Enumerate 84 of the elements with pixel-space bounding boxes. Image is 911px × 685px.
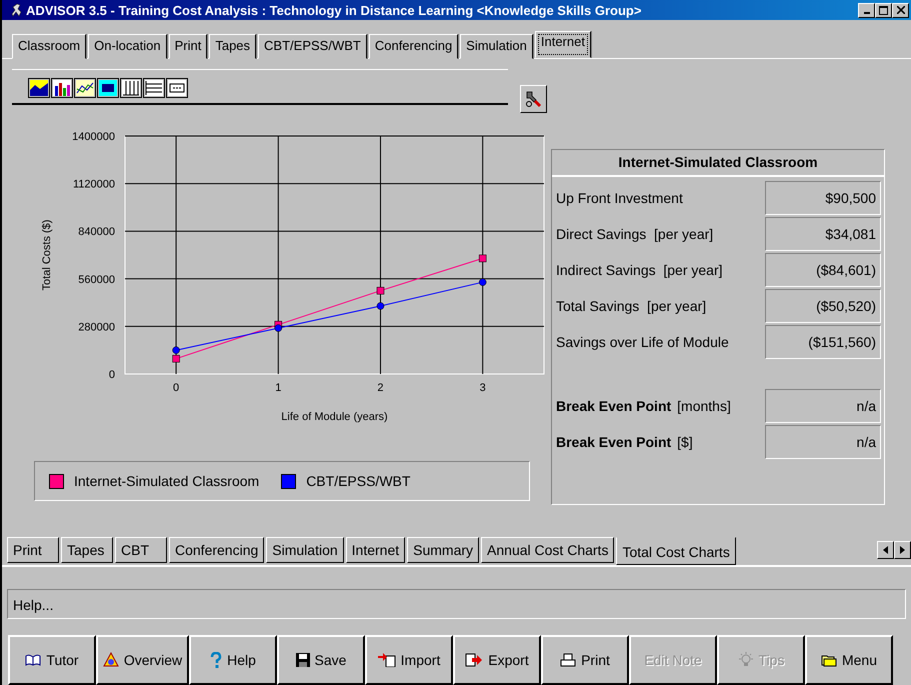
toolbar-button[interactable]: Tutor <box>8 635 96 685</box>
figure-icon <box>10 3 22 17</box>
minimize-button[interactable] <box>858 2 875 18</box>
horizontal-grid-icon[interactable] <box>143 78 165 98</box>
y-tick-label: 560000 <box>78 274 115 286</box>
unit-label: [months] <box>677 398 731 414</box>
question-icon <box>210 652 222 668</box>
3d-chart-icon[interactable] <box>97 78 119 98</box>
value-field: $34,081 <box>765 217 881 251</box>
tab[interactable]: Internet <box>534 31 591 58</box>
toolbar-button[interactable]: Save <box>277 635 365 685</box>
tab[interactable]: Tapes <box>209 34 256 59</box>
export-icon <box>465 653 484 667</box>
row-label: Total Savings [per year] <box>556 298 706 314</box>
area-chart-icon[interactable] <box>28 78 50 98</box>
tab[interactable]: Print <box>168 34 208 59</box>
bar-chart-icon[interactable] <box>51 78 73 98</box>
printer-icon <box>560 653 576 667</box>
y-tick-label: 1120000 <box>72 178 115 191</box>
toolbar-button[interactable]: Import <box>365 635 453 685</box>
help-bar: Help... <box>7 589 906 619</box>
lightbulb-icon <box>738 652 754 668</box>
row-label: Savings over Life of Module <box>556 334 729 350</box>
maximize-button[interactable] <box>875 2 892 18</box>
close-icon <box>896 6 904 14</box>
value-field: ($151,560) <box>765 325 881 359</box>
tab[interactable]: Internet <box>346 537 406 563</box>
x-tick-label: 0 <box>173 382 180 394</box>
tab[interactable]: Total Cost Charts <box>616 537 736 565</box>
scroll-right-button[interactable] <box>894 541 911 559</box>
y-tick-label: 1400000 <box>72 131 115 143</box>
row-label: Break Even Point <box>556 398 672 414</box>
toolbar-button[interactable]: Menu <box>805 635 893 685</box>
line-chart-icon[interactable] <box>74 78 96 98</box>
label-icon[interactable] <box>166 78 188 98</box>
tab[interactable]: CBT/EPSS/WBT <box>258 34 367 59</box>
toolbar-button[interactable]: Print <box>541 635 629 685</box>
folders-icon <box>820 653 837 667</box>
maximize-icon <box>879 6 888 14</box>
row-label: Break Even Point <box>556 434 672 450</box>
value-field: $90,500 <box>765 181 881 215</box>
tab[interactable]: Tapes <box>61 537 113 563</box>
tab[interactable]: On-location <box>88 34 167 59</box>
left-arrow-icon <box>883 546 888 554</box>
tab[interactable]: Simulation <box>460 34 533 59</box>
tab[interactable]: CBT <box>115 537 167 563</box>
toolbar-button[interactable]: Export <box>453 635 541 685</box>
import-icon <box>378 653 396 667</box>
value-field: n/a <box>765 425 881 459</box>
right-arrow-icon <box>900 546 905 554</box>
value-field: ($84,601) <box>765 253 881 287</box>
y-tick-label: 0 <box>108 369 115 381</box>
row-label: Indirect Savings [per year] <box>556 262 723 278</box>
vertical-grid-icon[interactable] <box>120 78 142 98</box>
panel-title: Internet-Simulated Classroom <box>552 150 884 177</box>
x-tick-label: 1 <box>275 382 282 394</box>
toolbar-button[interactable]: Overview <box>96 635 189 685</box>
close-button[interactable] <box>892 2 909 18</box>
tab[interactable]: Conferencing <box>368 34 458 59</box>
window-title: ADVISOR 3.5 - Training Cost Analysis : Technology in Distance Learning <Knowledge Skills Group> <box>26 2 642 18</box>
tab[interactable]: Conferencing <box>169 537 264 563</box>
unit-label: [$] <box>677 434 693 450</box>
legend-label: Internet-Simulated Classroom <box>74 473 260 489</box>
scroll-left-button[interactable] <box>877 541 894 559</box>
toolbar-button[interactable]: Help <box>189 635 277 685</box>
row-label: Up Front Investment <box>556 190 683 206</box>
y-axis-title: Total Costs ($) <box>41 220 53 290</box>
tab[interactable]: Summary <box>407 537 480 563</box>
tab[interactable]: Simulation <box>266 537 344 563</box>
tab[interactable]: Classroom <box>12 34 86 59</box>
tools-icon[interactable] <box>520 85 547 113</box>
y-tick-label: 840000 <box>78 226 115 238</box>
tab[interactable]: Print <box>7 537 59 563</box>
x-tick-label: 2 <box>377 382 384 394</box>
warning-icon <box>102 652 119 668</box>
tab[interactable]: Annual Cost Charts <box>481 537 614 563</box>
row-label: Direct Savings [per year] <box>556 226 714 242</box>
legend-label: CBT/EPSS/WBT <box>306 473 410 489</box>
x-axis-title: Life of Module (years) <box>281 411 388 423</box>
value-field: ($50,520) <box>765 289 881 323</box>
book-icon <box>25 654 42 666</box>
x-tick-label: 3 <box>480 382 486 394</box>
value-field: n/a <box>765 389 881 423</box>
y-tick-label: 280000 <box>78 321 115 334</box>
